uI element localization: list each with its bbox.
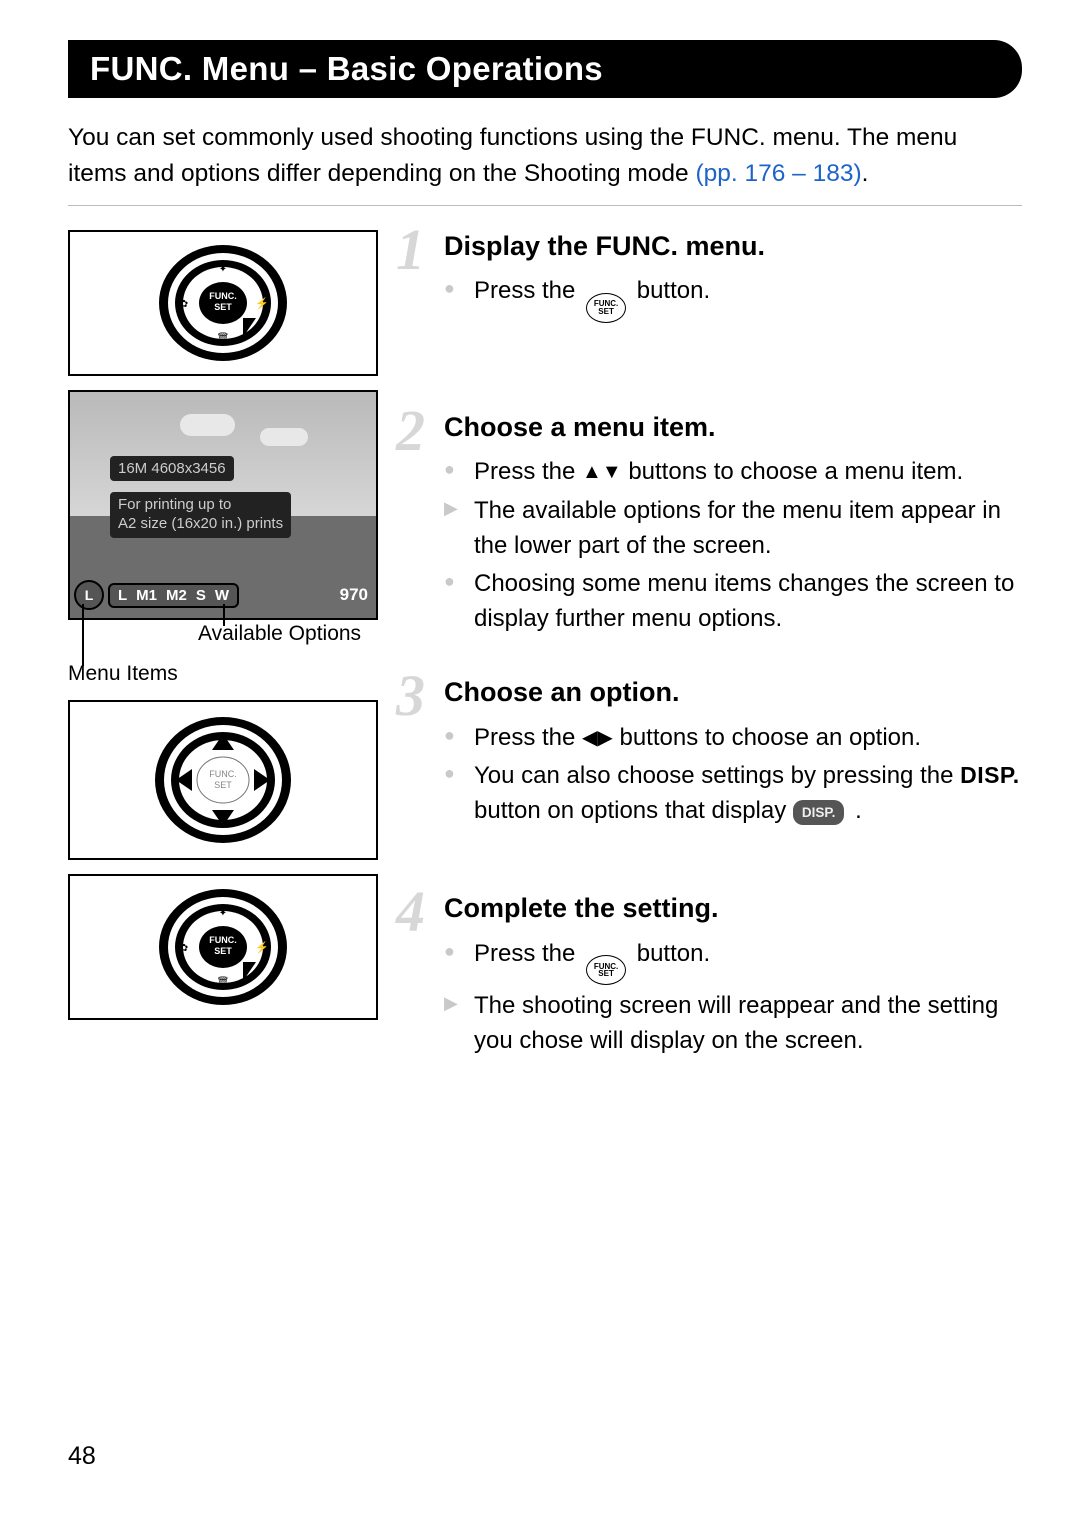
func-set-icon: FUNC.SET	[586, 293, 626, 323]
control-dial-icon: FUNC. SET ✦ 🗑 ✿ ⚡	[148, 882, 298, 1012]
svg-text:⚡: ⚡	[255, 297, 269, 310]
figure-dial-funcset-2: FUNC. SET ✦ 🗑 ✿ ⚡	[68, 874, 378, 1020]
step-4: 4 Complete the setting. Press the FUNC.S…	[400, 892, 1022, 1058]
step-item: The available options for the menu item …	[444, 494, 1022, 563]
svg-text:FUNC.: FUNC.	[209, 935, 237, 945]
svg-text:FUNC.: FUNC.	[209, 769, 237, 779]
step-item: Press the ◀▶ buttons to choose an option…	[444, 721, 1022, 756]
up-down-arrows-icon: ▲▼	[582, 461, 622, 483]
disp-pill-icon: DISP.	[793, 800, 845, 825]
svg-text:✦: ✦	[219, 908, 227, 919]
svg-text:✦: ✦	[219, 264, 227, 275]
page-number: 48	[68, 1442, 96, 1471]
step-number: 3	[396, 662, 425, 729]
svg-text:🗑: 🗑	[217, 976, 230, 988]
svg-text:✿: ✿	[180, 943, 188, 954]
svg-text:FUNC.: FUNC.	[209, 291, 237, 301]
page-title: FUNC. Menu – Basic Operations	[68, 40, 1022, 98]
page-ref-link[interactable]: (pp. 176 – 183)	[695, 160, 861, 187]
caption-available-options: Available Options	[198, 622, 361, 646]
step-item: Choosing some menu items changes the scr…	[444, 567, 1022, 636]
step-number: 2	[396, 397, 425, 464]
step-body: Press the ◀▶ buttons to choose an option…	[444, 721, 1022, 829]
content-columns: FUNC. SET ✦ 🗑 ✿ ⚡ 16M 4608x3456 For prin…	[68, 230, 1022, 1062]
svg-text:🗑: 🗑	[217, 332, 230, 344]
control-dial-icon: FUNC. SET ✦ 🗑 ✿ ⚡	[148, 238, 298, 368]
step-item: Press the FUNC.SET button.	[444, 937, 1022, 986]
caption-menu-items: Menu Items	[68, 662, 178, 686]
svg-text:SET: SET	[214, 302, 232, 312]
divider	[68, 205, 1022, 206]
step-body: Press the FUNC.SET button. The shooting …	[444, 937, 1022, 1059]
figure-dial-updown: FUNC. SET	[68, 700, 378, 860]
step-number: 4	[396, 878, 425, 945]
screen-resolution-label: 16M 4608x3456	[110, 456, 234, 481]
screen-print-label: For printing up to A2 size (16x20 in.) p…	[110, 492, 291, 538]
figure-dial-funcset: FUNC. SET ✦ 🗑 ✿ ⚡	[68, 230, 378, 376]
left-column: FUNC. SET ✦ 🗑 ✿ ⚡ 16M 4608x3456 For prin…	[68, 230, 378, 1062]
func-set-icon: FUNC.SET	[586, 955, 626, 985]
svg-text:SET: SET	[214, 780, 232, 790]
step-3: 3 Choose an option. Press the ◀▶ buttons…	[400, 676, 1022, 828]
step-number: 1	[396, 216, 425, 283]
svg-text:✿: ✿	[180, 299, 188, 310]
step-1: 1 Display the FUNC. menu. Press the FUNC…	[400, 230, 1022, 323]
step-title: Choose a menu item.	[444, 411, 1022, 443]
svg-text:SET: SET	[214, 946, 232, 956]
step-title: Display the FUNC. menu.	[444, 230, 1022, 262]
step-title: Complete the setting.	[444, 892, 1022, 924]
step-title: Choose an option.	[444, 676, 1022, 708]
right-column: 1 Display the FUNC. menu. Press the FUNC…	[400, 230, 1022, 1062]
left-right-arrows-icon: ◀▶	[582, 727, 613, 749]
figure-captions: Available Options Menu Items	[68, 620, 378, 692]
intro-text: You can set commonly used shooting funct…	[68, 120, 1022, 191]
step-item: You can also choose settings by pressing…	[444, 759, 1022, 828]
step-item: The shooting screen will reappear and th…	[444, 989, 1022, 1058]
step-item: Press the ▲▼ buttons to choose a menu it…	[444, 455, 1022, 490]
control-dial-updown-icon: FUNC. SET	[146, 708, 301, 853]
step-item: Press the FUNC.SET button.	[444, 274, 1022, 323]
disp-text-icon: DISP.	[960, 762, 1020, 788]
screen-size-options: L M1 M2 S W	[108, 583, 239, 608]
screen-shots-remaining: 970	[340, 585, 372, 605]
screen-size-circle: L	[74, 580, 104, 610]
svg-text:⚡: ⚡	[255, 941, 269, 954]
step-2: 2 Choose a menu item. Press the ▲▼ butto…	[400, 411, 1022, 636]
step-body: Press the FUNC.SET button.	[444, 274, 1022, 323]
figure-camera-screen: 16M 4608x3456 For printing up to A2 size…	[68, 390, 378, 620]
step-body: Press the ▲▼ buttons to choose a menu it…	[444, 455, 1022, 636]
intro-period: .	[862, 160, 869, 187]
